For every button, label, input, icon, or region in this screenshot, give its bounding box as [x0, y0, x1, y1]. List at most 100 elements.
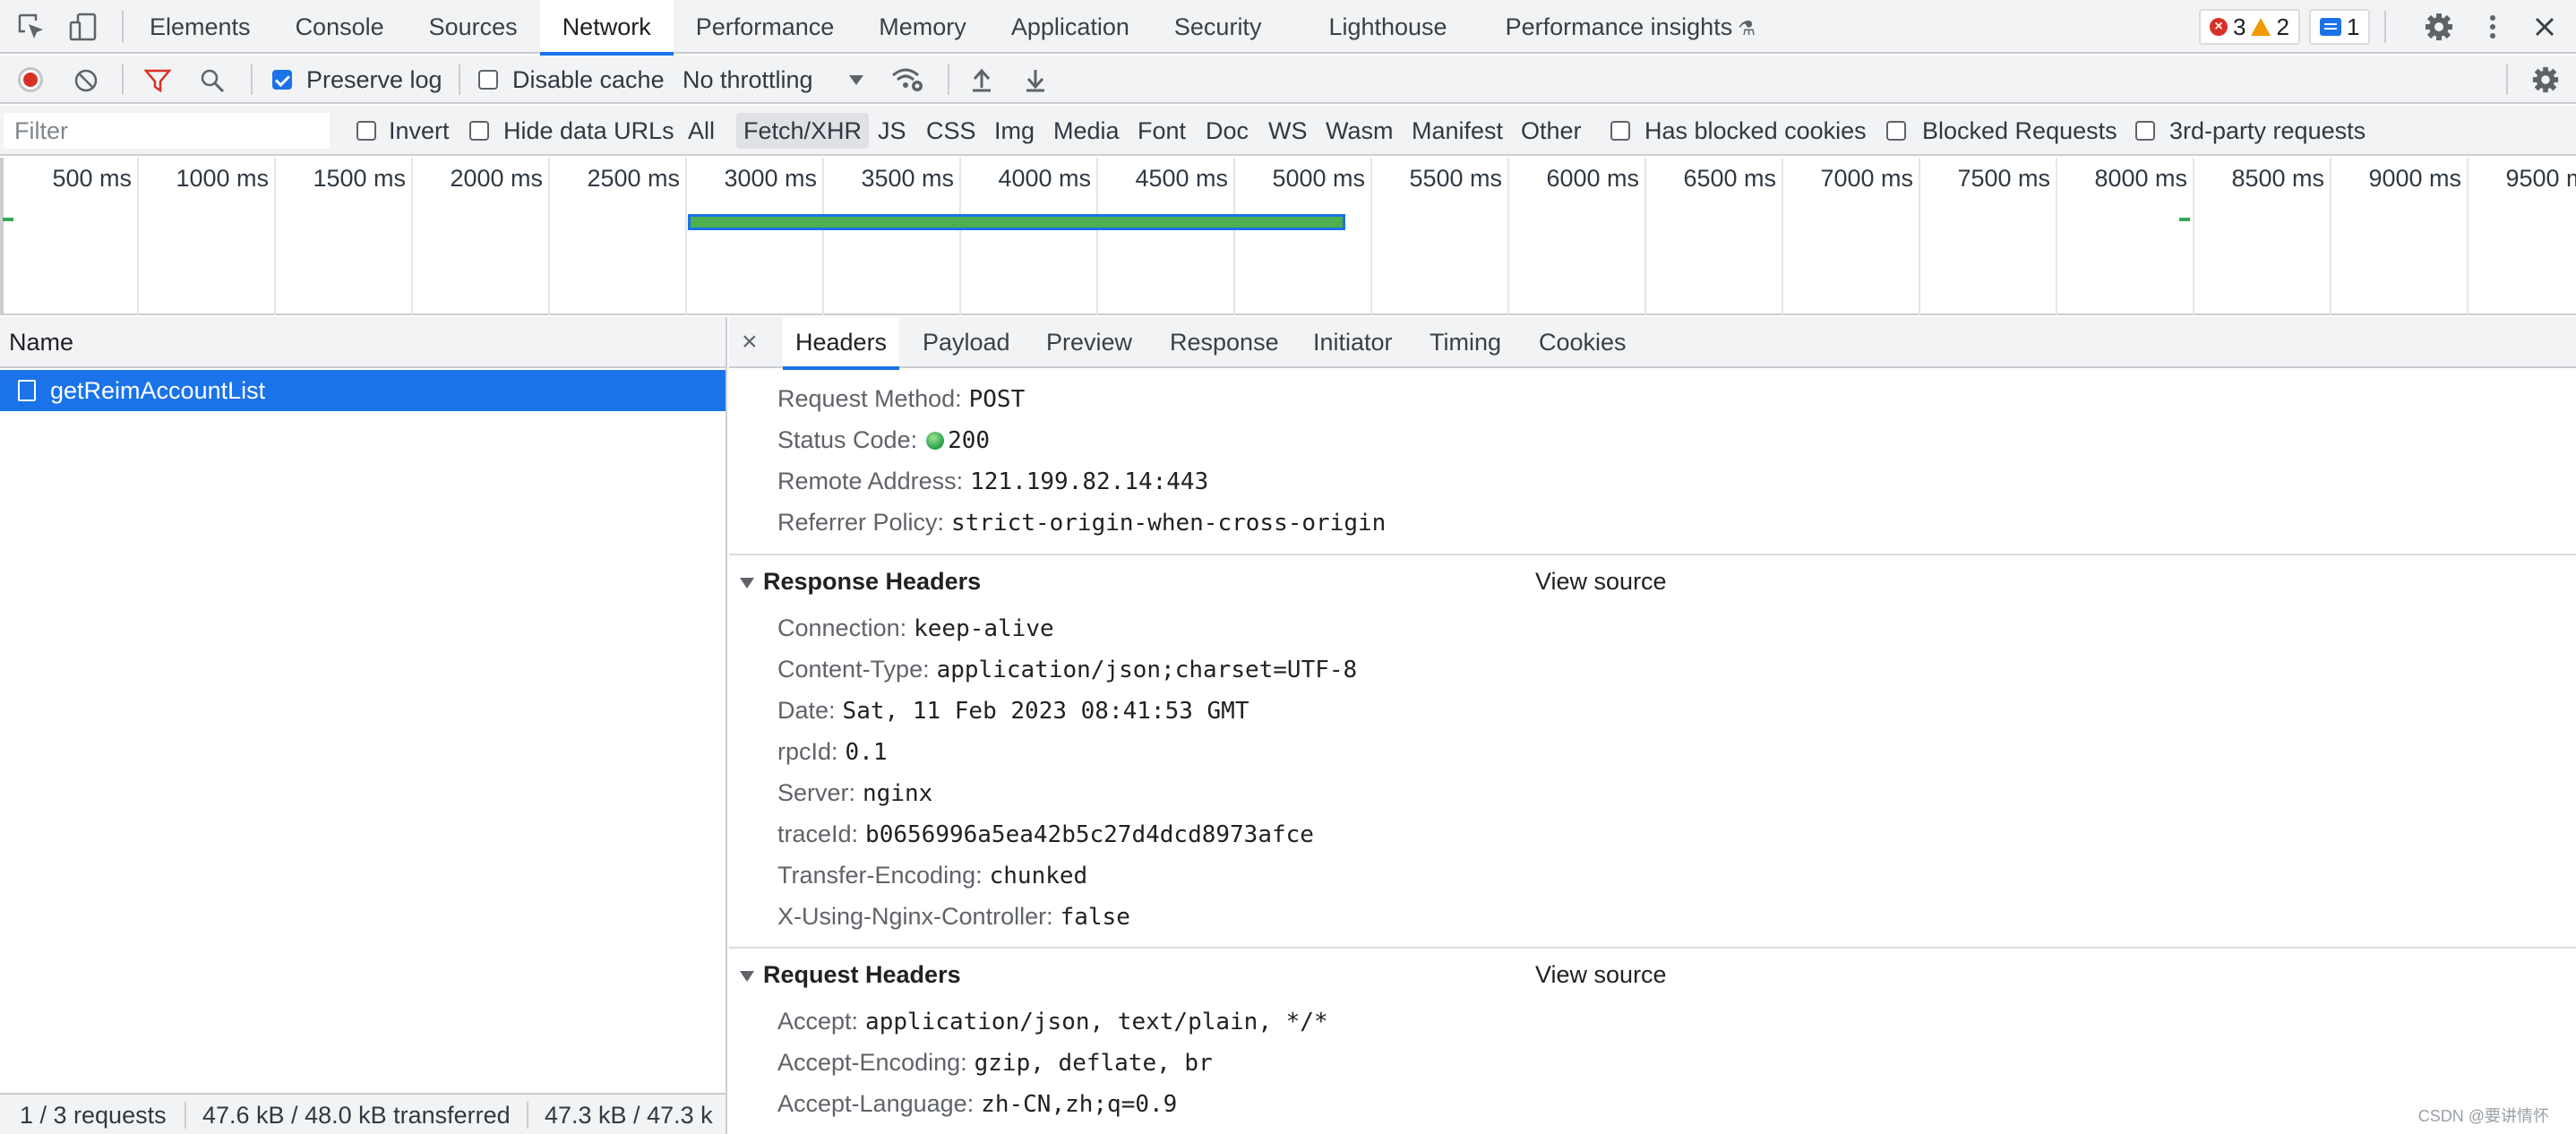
tab-sources[interactable]: Sources: [407, 0, 540, 54]
filter-icon[interactable]: [143, 67, 172, 94]
third-party-requests-checkbox[interactable]: [2135, 121, 2155, 141]
toolbar-divider: [948, 64, 949, 95]
devtools-tab-bar: Elements Console Sources Network Perform…: [0, 0, 2576, 56]
header-value: strict-origin-when-cross-origin: [951, 510, 1387, 537]
invert-label[interactable]: Invert: [389, 106, 450, 156]
tab-application[interactable]: Application: [989, 0, 1152, 54]
tab-cookies[interactable]: Cookies: [1526, 317, 1639, 368]
type-filter-media[interactable]: Media: [1053, 106, 1120, 156]
close-devtools-icon[interactable]: [2529, 12, 2560, 42]
tab-preview[interactable]: Preview: [1034, 317, 1145, 368]
type-filter-img[interactable]: Img: [994, 106, 1035, 156]
network-status-bar: 1 / 3 requests 47.6 kB / 48.0 kB transfe…: [0, 1093, 726, 1134]
blocked-requests-label[interactable]: Blocked Requests: [1922, 106, 2117, 156]
tab-security[interactable]: Security: [1152, 0, 1284, 54]
response-headers-toggle[interactable]: Response Headers: [740, 561, 981, 602]
blocked-requests-checkbox[interactable]: [1886, 121, 1906, 141]
overview-gridline: [1782, 158, 1783, 315]
response-header-row: Connection: keep-alive: [777, 607, 1054, 649]
warning-icon: [2251, 18, 2271, 36]
type-filter-ws[interactable]: WS: [1268, 106, 1308, 156]
clear-icon[interactable]: [73, 68, 99, 93]
request-row[interactable]: getReimAccountList: [0, 370, 726, 411]
type-filter-wasm[interactable]: Wasm: [1326, 106, 1394, 156]
overview-request-bar[interactable]: [688, 214, 1346, 230]
general-status-code: Status Code: 200: [777, 419, 990, 460]
has-blocked-cookies-label[interactable]: Has blocked cookies: [1644, 106, 1867, 156]
tab-console[interactable]: Console: [273, 0, 407, 54]
response-view-source-link[interactable]: View source: [1535, 561, 1667, 602]
header-key: Connection:: [777, 614, 907, 641]
response-header-row: X-Using-Nginx-Controller: false: [777, 896, 1130, 937]
preserve-log-label[interactable]: Preserve log: [306, 56, 442, 104]
device-toolbar-icon[interactable]: [68, 12, 99, 42]
type-filter-doc[interactable]: Doc: [1206, 106, 1249, 156]
preserve-log-checkbox[interactable]: [272, 70, 292, 90]
overview-tick-label: 7000 ms: [1820, 165, 1913, 192]
tab-network[interactable]: Network: [539, 0, 674, 56]
overview-gridline: [1644, 158, 1646, 315]
disable-cache-label[interactable]: Disable cache: [512, 56, 665, 104]
header-key: Content-Type:: [777, 656, 930, 683]
tab-response[interactable]: Response: [1157, 317, 1292, 368]
overview-gridline: [1370, 158, 1372, 315]
invert-checkbox[interactable]: [356, 121, 376, 141]
export-har-icon[interactable]: [1023, 66, 1048, 93]
import-har-icon[interactable]: [969, 66, 994, 93]
toolbar-divider: [2506, 64, 2508, 95]
issues-counter[interactable]: 1: [2308, 9, 2371, 45]
header-key: Accept-Language:: [777, 1090, 975, 1117]
inspect-element-icon[interactable]: [16, 12, 47, 42]
overview-request-marker: [3, 218, 14, 221]
tab-elements[interactable]: Elements: [127, 0, 273, 54]
response-header-row: Date: Sat, 11 Feb 2023 08:41:53 GMT: [777, 690, 1249, 731]
tab-initiator[interactable]: Initiator: [1301, 317, 1405, 368]
type-filter-other[interactable]: Other: [1521, 106, 1582, 156]
type-filter-font[interactable]: Font: [1138, 106, 1186, 156]
tab-memory[interactable]: Memory: [856, 0, 989, 54]
settings-gear-icon[interactable]: [2424, 12, 2454, 42]
toolbar-divider: [122, 64, 124, 95]
hide-data-urls-label[interactable]: Hide data URLs: [503, 106, 674, 156]
overview-gridline: [822, 158, 824, 315]
header-key: X-Using-Nginx-Controller:: [777, 903, 1053, 930]
type-filter-manifest[interactable]: Manifest: [1412, 106, 1503, 156]
network-overview-timeline[interactable]: 500 ms 1000 ms 1500 ms 2000 ms 2500 ms 3000 m…: [0, 158, 2576, 315]
disable-cache-checkbox[interactable]: [478, 70, 498, 90]
third-party-requests-label[interactable]: 3rd-party requests: [2169, 106, 2366, 156]
record-button[interactable]: [18, 67, 43, 92]
overview-tick-label: 4000 ms: [998, 165, 1091, 192]
tab-headers[interactable]: Headers: [783, 317, 900, 370]
throttling-select[interactable]: No throttling: [683, 56, 871, 104]
network-settings-gear-icon[interactable]: [2531, 65, 2560, 94]
more-options-icon[interactable]: [2477, 12, 2508, 42]
hide-data-urls-checkbox[interactable]: [469, 121, 489, 141]
overview-tick-label: 1000 ms: [176, 165, 269, 192]
network-conditions-icon[interactable]: [890, 66, 924, 93]
overview-gridline: [685, 158, 687, 315]
tab-payload[interactable]: Payload: [910, 317, 1023, 368]
type-filter-js[interactable]: JS: [878, 106, 906, 156]
filter-input[interactable]: [4, 113, 330, 149]
error-warning-counter[interactable]: × 3 2: [2199, 9, 2300, 45]
overview-gridline: [2056, 158, 2057, 315]
header-value: chunked: [989, 863, 1088, 889]
overview-gridline: [2330, 158, 2331, 315]
tab-timing[interactable]: Timing: [1417, 317, 1514, 368]
has-blocked-cookies-checkbox[interactable]: [1610, 121, 1630, 141]
request-headers-toggle[interactable]: Request Headers: [740, 954, 961, 995]
type-filter-css[interactable]: CSS: [926, 106, 976, 156]
overview-gridline: [959, 158, 961, 315]
tab-lighthouse[interactable]: Lighthouse: [1284, 0, 1469, 54]
close-details-icon[interactable]: ×: [742, 317, 758, 366]
type-filter-fetch-xhr[interactable]: Fetch/XHR: [736, 113, 870, 149]
tab-performance[interactable]: Performance: [674, 0, 857, 54]
search-icon[interactable]: [199, 67, 226, 94]
header-value: 200: [948, 427, 991, 454]
tab-performance-insights[interactable]: Performance insights ⚗: [1470, 0, 1778, 54]
overview-gridline: [411, 158, 413, 315]
type-filter-all[interactable]: All: [688, 106, 715, 156]
name-column-header[interactable]: Name: [0, 317, 726, 368]
request-view-source-link[interactable]: View source: [1535, 954, 1667, 995]
header-key: Accept:: [777, 1008, 859, 1035]
